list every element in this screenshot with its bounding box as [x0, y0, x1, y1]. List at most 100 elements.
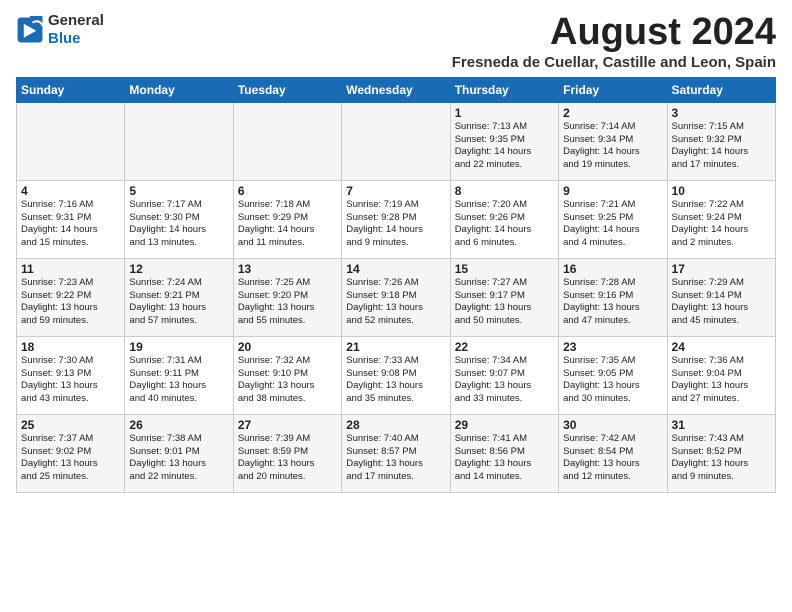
day-info: Sunrise: 7:32 AM Sunset: 9:10 PM Dayligh…	[238, 355, 337, 406]
day-number: 31	[672, 418, 771, 432]
title-block: August 2024 Fresneda de Cuellar, Castill…	[452, 12, 776, 71]
table-row: 20Sunrise: 7:32 AM Sunset: 9:10 PM Dayli…	[233, 336, 341, 414]
day-number: 28	[346, 418, 445, 432]
day-number: 4	[21, 184, 120, 198]
day-number: 18	[21, 340, 120, 354]
day-number: 29	[455, 418, 554, 432]
day-number: 8	[455, 184, 554, 198]
table-row: 19Sunrise: 7:31 AM Sunset: 9:11 PM Dayli…	[125, 336, 233, 414]
day-number: 25	[21, 418, 120, 432]
col-wednesday: Wednesday	[342, 77, 450, 102]
table-row: 18Sunrise: 7:30 AM Sunset: 9:13 PM Dayli…	[17, 336, 125, 414]
day-info: Sunrise: 7:27 AM Sunset: 9:17 PM Dayligh…	[455, 277, 554, 328]
col-thursday: Thursday	[450, 77, 558, 102]
day-number: 11	[21, 262, 120, 276]
table-row: 5Sunrise: 7:17 AM Sunset: 9:30 PM Daylig…	[125, 180, 233, 258]
day-number: 14	[346, 262, 445, 276]
table-row: 7Sunrise: 7:19 AM Sunset: 9:28 PM Daylig…	[342, 180, 450, 258]
day-number: 5	[129, 184, 228, 198]
calendar-week-row: 11Sunrise: 7:23 AM Sunset: 9:22 PM Dayli…	[17, 258, 776, 336]
day-info: Sunrise: 7:28 AM Sunset: 9:16 PM Dayligh…	[563, 277, 662, 328]
table-row: 6Sunrise: 7:18 AM Sunset: 9:29 PM Daylig…	[233, 180, 341, 258]
day-info: Sunrise: 7:15 AM Sunset: 9:32 PM Dayligh…	[672, 121, 771, 172]
table-row: 25Sunrise: 7:37 AM Sunset: 9:02 PM Dayli…	[17, 414, 125, 492]
day-info: Sunrise: 7:17 AM Sunset: 9:30 PM Dayligh…	[129, 199, 228, 250]
day-number: 15	[455, 262, 554, 276]
table-row: 10Sunrise: 7:22 AM Sunset: 9:24 PM Dayli…	[667, 180, 775, 258]
header: General Blue August 2024 Fresneda de Cue…	[16, 12, 776, 71]
day-number: 30	[563, 418, 662, 432]
table-row: 11Sunrise: 7:23 AM Sunset: 9:22 PM Dayli…	[17, 258, 125, 336]
day-info: Sunrise: 7:26 AM Sunset: 9:18 PM Dayligh…	[346, 277, 445, 328]
day-number: 17	[672, 262, 771, 276]
day-number: 22	[455, 340, 554, 354]
col-tuesday: Tuesday	[233, 77, 341, 102]
day-info: Sunrise: 7:43 AM Sunset: 8:52 PM Dayligh…	[672, 433, 771, 484]
table-row: 2Sunrise: 7:14 AM Sunset: 9:34 PM Daylig…	[559, 102, 667, 180]
day-info: Sunrise: 7:21 AM Sunset: 9:25 PM Dayligh…	[563, 199, 662, 250]
day-info: Sunrise: 7:35 AM Sunset: 9:05 PM Dayligh…	[563, 355, 662, 406]
day-info: Sunrise: 7:37 AM Sunset: 9:02 PM Dayligh…	[21, 433, 120, 484]
table-row	[342, 102, 450, 180]
col-sunday: Sunday	[17, 77, 125, 102]
table-row: 17Sunrise: 7:29 AM Sunset: 9:14 PM Dayli…	[667, 258, 775, 336]
table-row: 29Sunrise: 7:41 AM Sunset: 8:56 PM Dayli…	[450, 414, 558, 492]
day-info: Sunrise: 7:40 AM Sunset: 8:57 PM Dayligh…	[346, 433, 445, 484]
table-row: 30Sunrise: 7:42 AM Sunset: 8:54 PM Dayli…	[559, 414, 667, 492]
table-row: 24Sunrise: 7:36 AM Sunset: 9:04 PM Dayli…	[667, 336, 775, 414]
table-row: 3Sunrise: 7:15 AM Sunset: 9:32 PM Daylig…	[667, 102, 775, 180]
table-row	[233, 102, 341, 180]
calendar-table: Sunday Monday Tuesday Wednesday Thursday…	[16, 77, 776, 493]
day-number: 21	[346, 340, 445, 354]
col-friday: Friday	[559, 77, 667, 102]
day-info: Sunrise: 7:42 AM Sunset: 8:54 PM Dayligh…	[563, 433, 662, 484]
page-container: General Blue August 2024 Fresneda de Cue…	[0, 0, 792, 501]
col-saturday: Saturday	[667, 77, 775, 102]
table-row: 16Sunrise: 7:28 AM Sunset: 9:16 PM Dayli…	[559, 258, 667, 336]
table-row: 21Sunrise: 7:33 AM Sunset: 9:08 PM Dayli…	[342, 336, 450, 414]
day-info: Sunrise: 7:20 AM Sunset: 9:26 PM Dayligh…	[455, 199, 554, 250]
table-row: 8Sunrise: 7:20 AM Sunset: 9:26 PM Daylig…	[450, 180, 558, 258]
table-row: 1Sunrise: 7:13 AM Sunset: 9:35 PM Daylig…	[450, 102, 558, 180]
day-number: 12	[129, 262, 228, 276]
day-number: 10	[672, 184, 771, 198]
table-row: 15Sunrise: 7:27 AM Sunset: 9:17 PM Dayli…	[450, 258, 558, 336]
day-info: Sunrise: 7:30 AM Sunset: 9:13 PM Dayligh…	[21, 355, 120, 406]
table-row: 14Sunrise: 7:26 AM Sunset: 9:18 PM Dayli…	[342, 258, 450, 336]
day-info: Sunrise: 7:39 AM Sunset: 8:59 PM Dayligh…	[238, 433, 337, 484]
table-row: 4Sunrise: 7:16 AM Sunset: 9:31 PM Daylig…	[17, 180, 125, 258]
logo-icon	[16, 16, 44, 44]
day-info: Sunrise: 7:36 AM Sunset: 9:04 PM Dayligh…	[672, 355, 771, 406]
day-info: Sunrise: 7:34 AM Sunset: 9:07 PM Dayligh…	[455, 355, 554, 406]
calendar-header-row: Sunday Monday Tuesday Wednesday Thursday…	[17, 77, 776, 102]
day-number: 13	[238, 262, 337, 276]
day-info: Sunrise: 7:22 AM Sunset: 9:24 PM Dayligh…	[672, 199, 771, 250]
table-row: 23Sunrise: 7:35 AM Sunset: 9:05 PM Dayli…	[559, 336, 667, 414]
table-row: 28Sunrise: 7:40 AM Sunset: 8:57 PM Dayli…	[342, 414, 450, 492]
day-number: 26	[129, 418, 228, 432]
calendar-week-row: 1Sunrise: 7:13 AM Sunset: 9:35 PM Daylig…	[17, 102, 776, 180]
day-number: 20	[238, 340, 337, 354]
table-row	[125, 102, 233, 180]
day-info: Sunrise: 7:16 AM Sunset: 9:31 PM Dayligh…	[21, 199, 120, 250]
table-row: 22Sunrise: 7:34 AM Sunset: 9:07 PM Dayli…	[450, 336, 558, 414]
day-number: 16	[563, 262, 662, 276]
table-row: 26Sunrise: 7:38 AM Sunset: 9:01 PM Dayli…	[125, 414, 233, 492]
logo: General Blue	[16, 12, 104, 48]
day-info: Sunrise: 7:23 AM Sunset: 9:22 PM Dayligh…	[21, 277, 120, 328]
day-number: 9	[563, 184, 662, 198]
day-number: 6	[238, 184, 337, 198]
table-row: 27Sunrise: 7:39 AM Sunset: 8:59 PM Dayli…	[233, 414, 341, 492]
day-number: 24	[672, 340, 771, 354]
day-info: Sunrise: 7:33 AM Sunset: 9:08 PM Dayligh…	[346, 355, 445, 406]
table-row: 9Sunrise: 7:21 AM Sunset: 9:25 PM Daylig…	[559, 180, 667, 258]
day-number: 3	[672, 106, 771, 120]
logo-text: General Blue	[48, 12, 104, 48]
day-number: 1	[455, 106, 554, 120]
day-info: Sunrise: 7:14 AM Sunset: 9:34 PM Dayligh…	[563, 121, 662, 172]
calendar-week-row: 4Sunrise: 7:16 AM Sunset: 9:31 PM Daylig…	[17, 180, 776, 258]
calendar-week-row: 25Sunrise: 7:37 AM Sunset: 9:02 PM Dayli…	[17, 414, 776, 492]
day-info: Sunrise: 7:29 AM Sunset: 9:14 PM Dayligh…	[672, 277, 771, 328]
day-info: Sunrise: 7:18 AM Sunset: 9:29 PM Dayligh…	[238, 199, 337, 250]
day-info: Sunrise: 7:25 AM Sunset: 9:20 PM Dayligh…	[238, 277, 337, 328]
